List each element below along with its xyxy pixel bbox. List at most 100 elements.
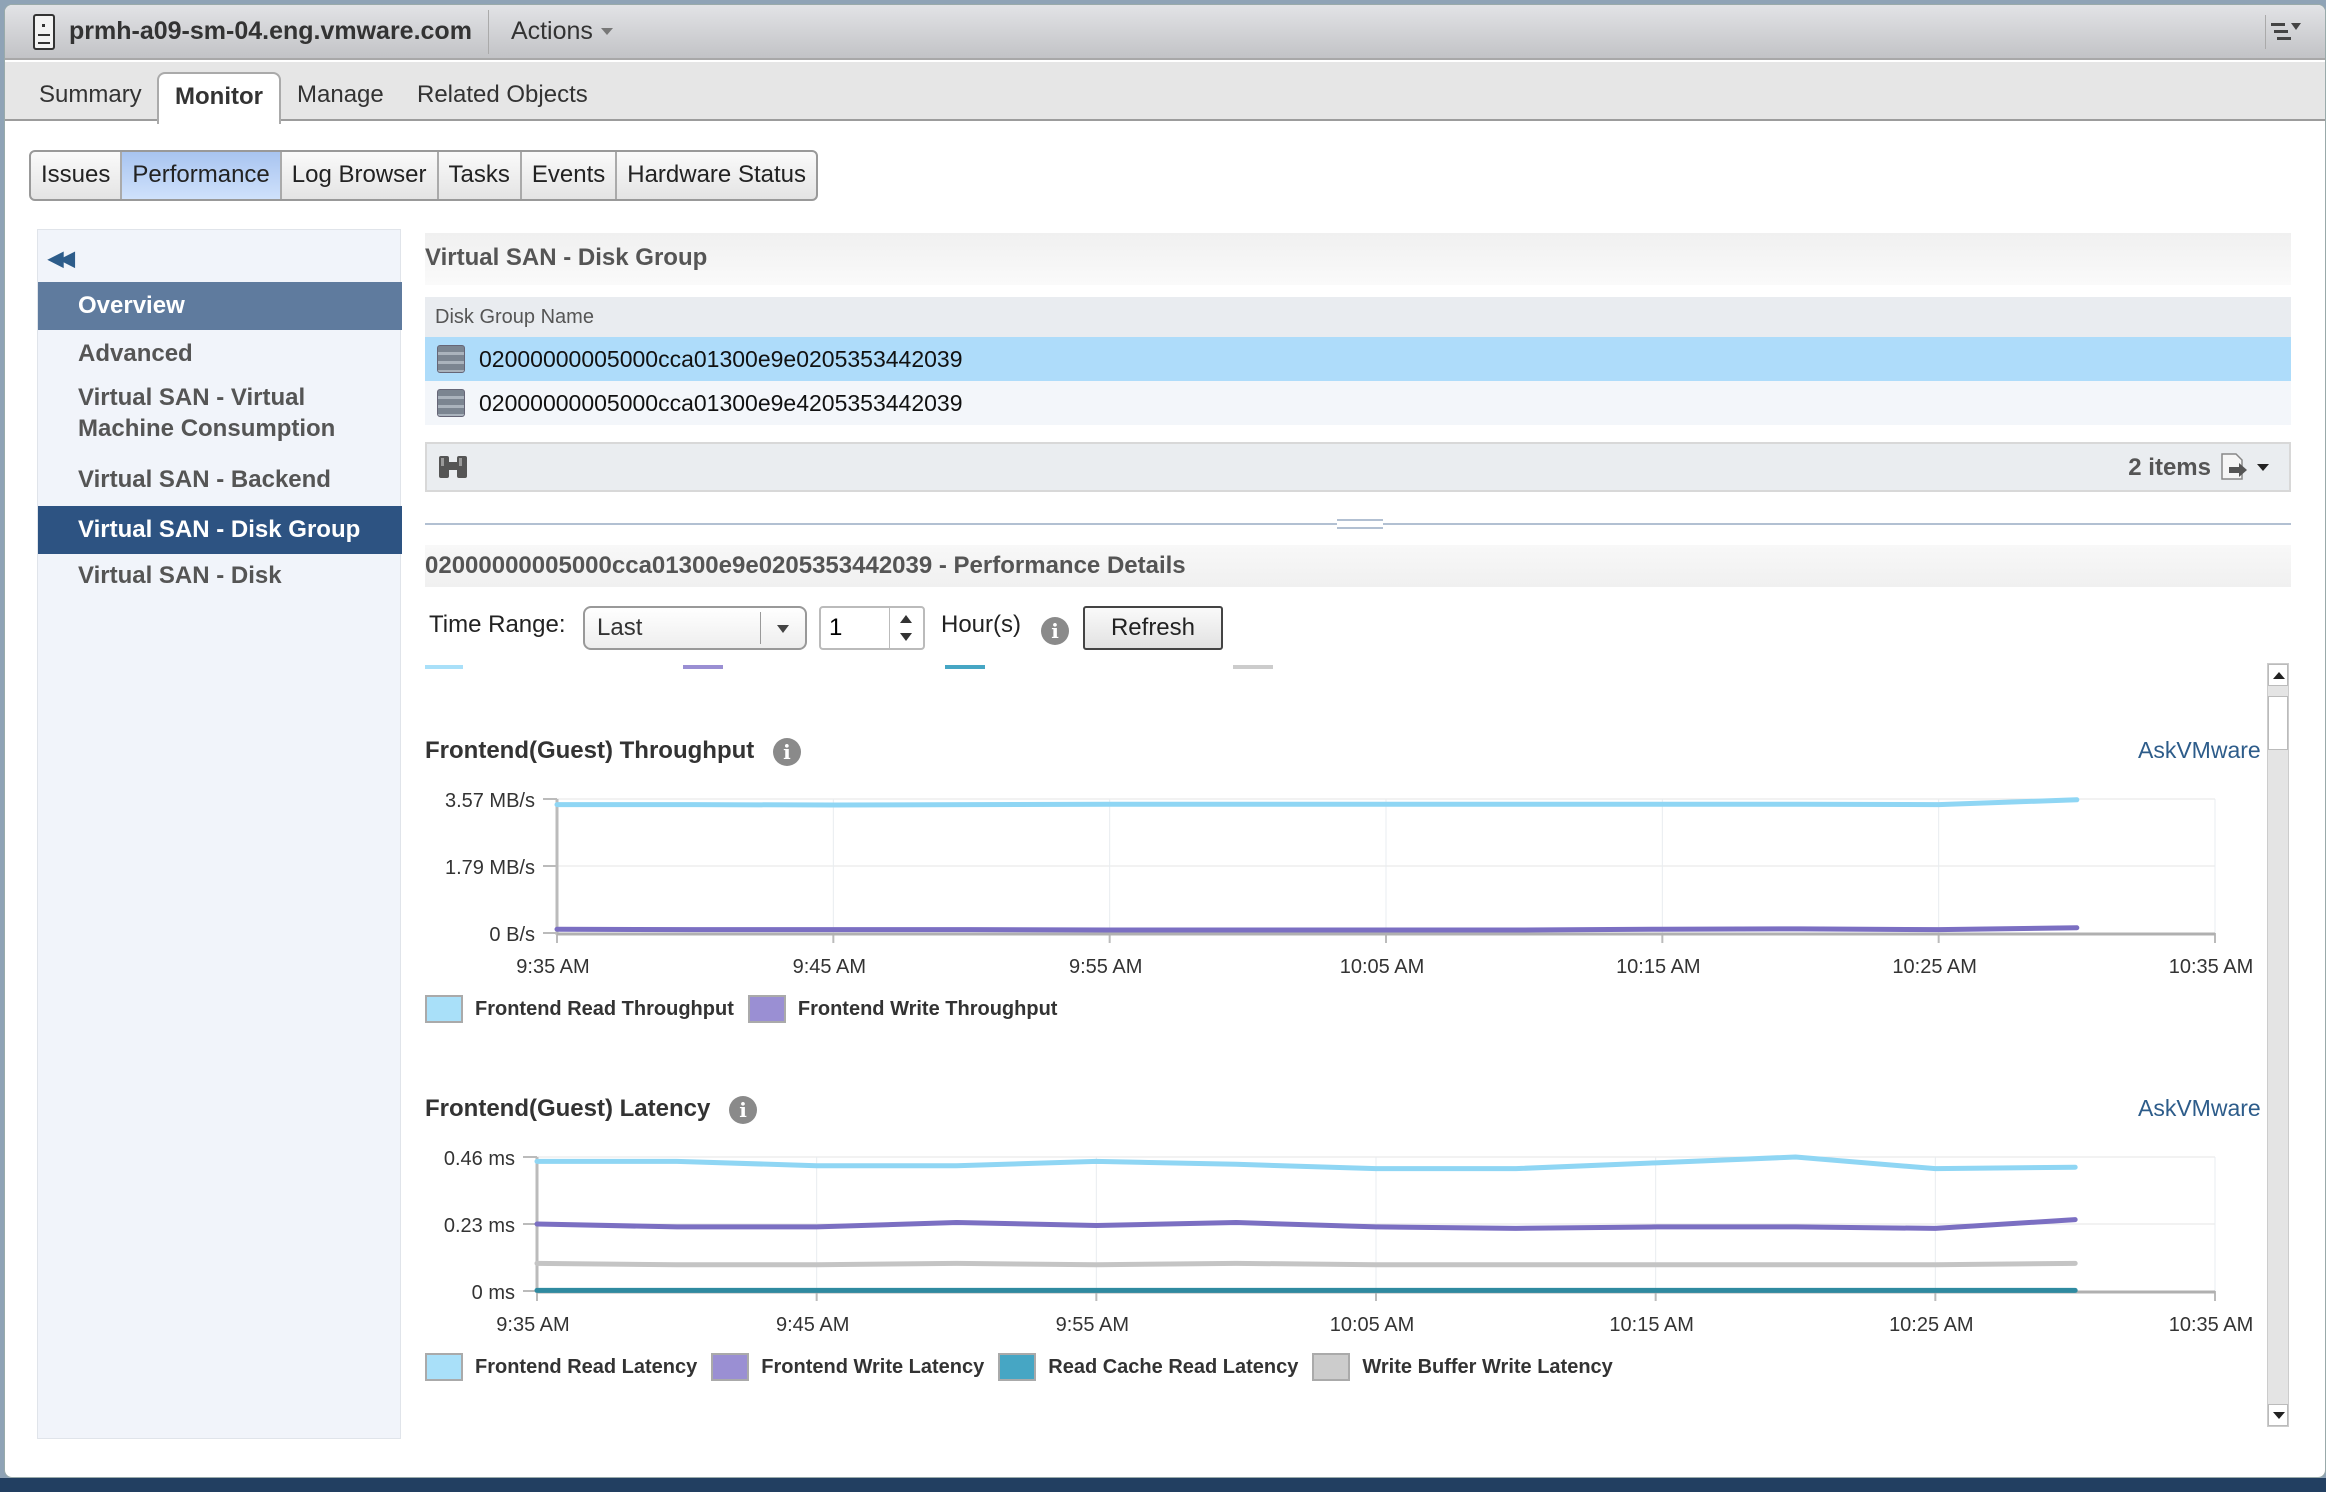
refresh-button[interactable]: Refresh: [1083, 606, 1223, 650]
legend-swatch-stub: [683, 665, 723, 669]
view-menu-button[interactable]: [2265, 15, 2309, 49]
subtab-issues[interactable]: Issues: [31, 152, 123, 199]
items-count: 2 items: [2128, 454, 2211, 481]
series-line-write-buffer-write-latency: [534, 1260, 2078, 1268]
stepper-down-icon[interactable]: [900, 633, 912, 641]
binoculars-filter-icon[interactable]: [437, 454, 469, 480]
y-tick-label: 0.46 ms: [444, 1148, 515, 1170]
tab-related-objects[interactable]: Related Objects: [401, 72, 604, 122]
scroll-up-arrow-icon[interactable]: [2268, 664, 2288, 686]
stepper-buttons: [889, 608, 923, 648]
disk-group-name: 02000000005000cca01300e9e4205353442039: [479, 389, 963, 416]
time-range-label: Time Range:: [429, 611, 566, 638]
time-range-select[interactable]: Last: [583, 606, 807, 650]
y-tick-label: 0.23 ms: [444, 1215, 515, 1237]
stepper-up-icon[interactable]: [900, 615, 912, 623]
legend-swatch-stub: [945, 665, 985, 669]
legend-label[interactable]: Frontend Write Latency: [761, 1356, 984, 1379]
disk-group-icon: [437, 345, 465, 373]
throughput-chart-title: Frontend(Guest) Throughput i: [425, 737, 801, 766]
x-tick-label: 9:45 AM: [776, 1314, 849, 1336]
info-icon[interactable]: i: [1041, 617, 1069, 645]
sidebar-item-vm-consumption[interactable]: Virtual SAN - Virtual Machine Consumptio…: [38, 382, 402, 448]
time-unit-label: Hour(s): [941, 611, 1022, 638]
splitter-handle[interactable]: [1337, 519, 1383, 529]
legend-swatch[interactable]: [711, 1353, 750, 1381]
subtab-events[interactable]: Events: [522, 152, 618, 199]
chart-title-text: Frontend(Guest) Throughput: [425, 737, 755, 764]
scroll-down-arrow-icon[interactable]: [2268, 1404, 2288, 1426]
performance-details-title: 02000000005000cca01300e9e0205353442039 -…: [425, 545, 2291, 587]
info-icon[interactable]: i: [729, 1095, 758, 1124]
subtab-hardware-status[interactable]: Hardware Status: [617, 152, 816, 199]
ask-vmware-link[interactable]: AskVMware: [2138, 1095, 2261, 1122]
legend-swatch[interactable]: [998, 1353, 1037, 1381]
series-line-frontend-write-throughput: [554, 925, 2080, 933]
disk-group-icon: [437, 389, 465, 417]
legend-label[interactable]: Write Buffer Write Latency: [1362, 1356, 1612, 1379]
tab-summary[interactable]: Summary: [23, 72, 158, 122]
y-tick-label: 0 ms: [472, 1282, 515, 1304]
subtab-log-browser[interactable]: Log Browser: [282, 152, 439, 199]
export-icon: [2221, 453, 2247, 480]
actions-label: Actions: [510, 17, 593, 45]
x-tick-label: 10:15 AM: [1616, 956, 1701, 978]
ask-vmware-link[interactable]: AskVMware: [2138, 737, 2261, 764]
app-window: prmh-a09-sm-04.eng.vmware.com Actions Su…: [4, 4, 2326, 1478]
x-tick-label: 10:05 AM: [1340, 956, 1425, 978]
time-range-stepper[interactable]: [819, 606, 925, 650]
host-name: prmh-a09-sm-04.eng.vmware.com: [69, 17, 472, 45]
table-row[interactable]: 02000000005000cca01300e9e0205353442039: [425, 337, 2291, 381]
tab-monitor[interactable]: Monitor: [157, 72, 281, 124]
sidebar-item-disk[interactable]: Virtual SAN - Disk: [38, 556, 402, 596]
grid-footer: 2 items: [425, 442, 2291, 492]
throughput-legend: Frontend Read Throughput Frontend Write T…: [425, 995, 1071, 1023]
chart-title-text: Frontend(Guest) Latency: [425, 1095, 711, 1122]
monitor-subtab-bar: Issues Performance Log Browser Tasks Eve…: [29, 150, 818, 201]
y-tick-label: 3.57 MB/s: [445, 790, 535, 812]
x-tick-label: 9:45 AM: [793, 956, 866, 978]
column-header-disk-group-name[interactable]: Disk Group Name: [425, 297, 2291, 337]
legend-swatch[interactable]: [425, 1353, 463, 1381]
legend-swatch[interactable]: [747, 995, 786, 1023]
legend-label[interactable]: Frontend Read Latency: [475, 1356, 697, 1379]
time-range-value-input[interactable]: [821, 608, 891, 648]
desktop-taskbar-strip: [0, 1478, 2326, 1492]
actions-menu-button[interactable]: Actions: [511, 17, 613, 46]
tab-manage[interactable]: Manage: [281, 72, 400, 122]
export-button[interactable]: [2219, 452, 2269, 482]
table-row[interactable]: 02000000005000cca01300e9e4205353442039: [425, 381, 2291, 425]
legend-label[interactable]: Frontend Write Throughput: [798, 998, 1058, 1021]
x-tick-label: 10:35 AM: [2169, 956, 2254, 978]
collapse-double-left-icon[interactable]: ◀◀: [48, 246, 75, 271]
x-tick-label: 9:55 AM: [1069, 956, 1142, 978]
scrollbar-thumb[interactable]: [2268, 696, 2288, 750]
host-server-icon: [33, 13, 55, 50]
latency-chart: 0 ms 0.23 ms 0.46 ms 9:35 AM 9:45 AM 9:55 AM 1…: [444, 1148, 2254, 1336]
sidebar-item-disk-group[interactable]: Virtual SAN - Disk Group: [38, 506, 402, 554]
sidebar-item-backend[interactable]: Virtual SAN - Backend: [38, 460, 402, 500]
subtab-performance[interactable]: Performance: [122, 152, 282, 199]
header-divider: [487, 9, 489, 54]
subtab-tasks[interactable]: Tasks: [439, 152, 522, 199]
object-header: prmh-a09-sm-04.eng.vmware.com Actions: [5, 5, 2325, 60]
throughput-chart: 0 B/s 1.79 MB/s 3.57 MB/s 9:35 AM 9:45 AM 9:5…: [445, 790, 2254, 978]
x-tick-label: 10:05 AM: [1330, 1314, 1415, 1336]
sidebar-item-advanced[interactable]: Advanced: [38, 334, 402, 374]
x-tick-label: 10:35 AM: [2169, 1314, 2254, 1336]
sidebar-item-overview[interactable]: Overview: [38, 282, 402, 330]
list-menu-icon: [2270, 23, 2301, 40]
legend-label[interactable]: Frontend Read Throughput: [475, 998, 734, 1021]
x-tick-label: 9:35 AM: [496, 1314, 569, 1336]
info-icon[interactable]: i: [772, 737, 801, 766]
legend-swatch-stub: [425, 665, 463, 669]
x-tick-label: 10:25 AM: [1892, 956, 1977, 978]
legend-swatch[interactable]: [425, 995, 463, 1023]
legend-label[interactable]: Read Cache Read Latency: [1048, 1356, 1298, 1379]
legend-swatch[interactable]: [1312, 1353, 1351, 1381]
x-tick-label: 10:15 AM: [1609, 1314, 1694, 1336]
charts-vertical-scrollbar[interactable]: [2267, 663, 2289, 1427]
latency-legend: Frontend Read Latency Frontend Write Late…: [425, 1353, 1627, 1381]
select-divider: [760, 612, 761, 644]
performance-sidebar: ◀◀ Overview Advanced Virtual SAN - Virtu…: [37, 229, 402, 1439]
